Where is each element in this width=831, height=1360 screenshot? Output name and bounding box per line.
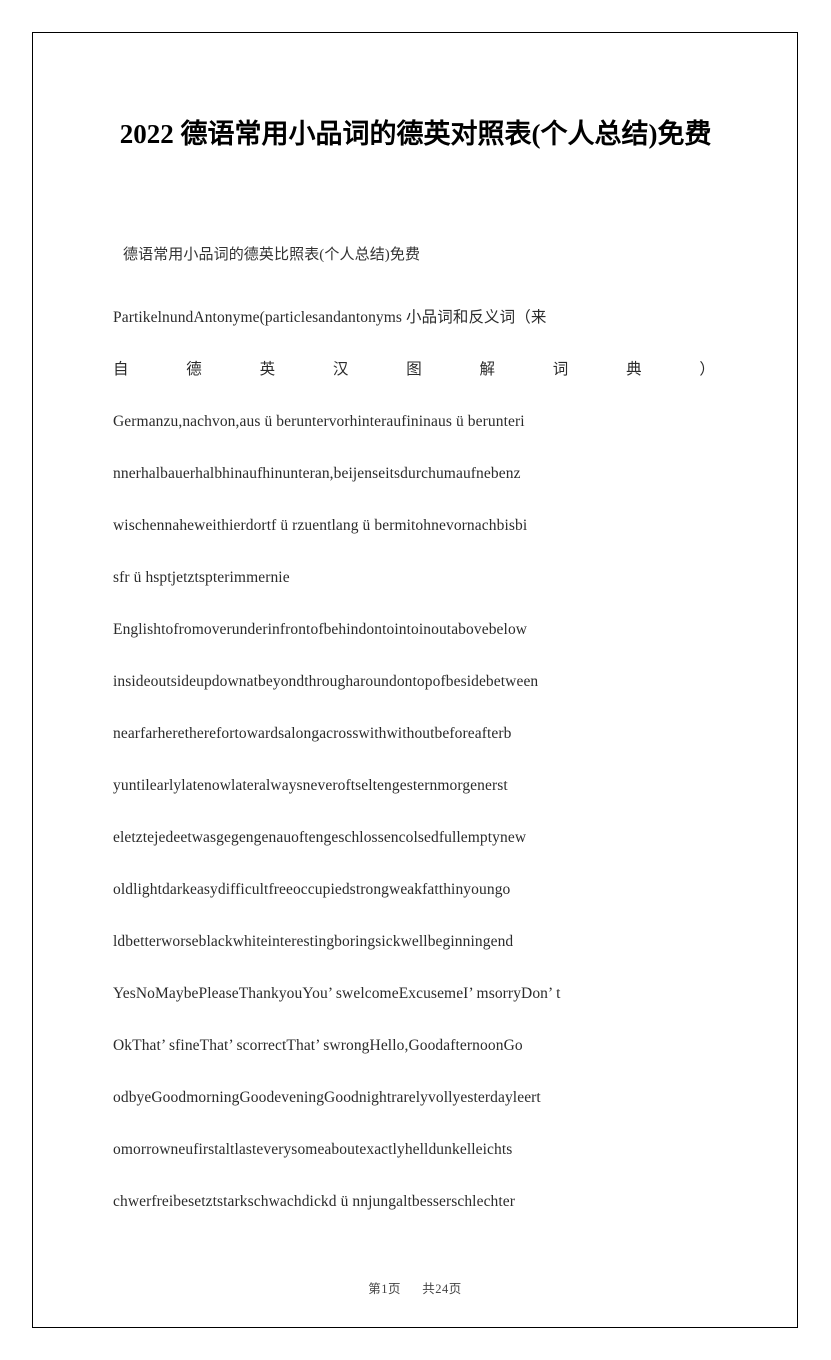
spread-char-3: 汉 — [332, 361, 349, 378]
footer-total-pages: 共24页 — [422, 1282, 462, 1296]
body-line-13: YesNoMaybePleaseThankyouYou’ swelcomeExc… — [113, 985, 561, 1002]
footer-current-page: 第1页 — [368, 1282, 401, 1296]
body-line-12: ldbetterworseblackwhiteinterestingboring… — [113, 933, 514, 950]
body-line-8: nearfarheretherefortowardsalongacrosswit… — [113, 725, 512, 742]
spread-char-1: 德 — [186, 361, 202, 378]
spread-char-7: 典 — [626, 361, 642, 378]
body-line-17: chwerfreibesetztstarkschwachdickd ü nnju… — [113, 1193, 516, 1210]
body-line-15: odbyeGoodmorningGoodeveningGoodnightrare… — [113, 1089, 541, 1106]
body-line-16: omorrowneufirstaltlasteverysomeaboutexac… — [113, 1141, 513, 1158]
body-line-11: oldlightdarkeasydifficultfreeoccupiedstr… — [113, 881, 511, 898]
body-line-1: PartikelnundAntonyme(particlesandantonym… — [113, 309, 547, 326]
document-body: 德语常用小品词的德英比照表(个人总结)免费 PartikelnundAntony… — [113, 238, 715, 1228]
body-line-5: sfr ü hsptjetztspterimmernie — [113, 569, 290, 586]
body-line-3: nnerhalbauerhalbhinaufhinunteran,beijens… — [113, 465, 521, 482]
page-content-area: 2022 德语常用小品词的德英对照表(个人总结)免费 德语常用小品词的德英比照表… — [33, 33, 797, 1327]
spread-char-6: 词 — [552, 361, 569, 378]
body-line-2: Germanzu,nachvon,aus ü beruntervorhinter… — [113, 413, 525, 430]
body-line-10: eletztejedeetwasgegengenauoftengeschloss… — [113, 829, 527, 846]
spread-char-2: 英 — [259, 361, 276, 378]
spread-char-5: 解 — [479, 361, 496, 378]
body-line-9: yuntilearlylatenowlateralwaysneveroftsel… — [113, 777, 508, 794]
body-line-14: OkThat’ sfineThat’ scorrectThat’ swrongH… — [113, 1037, 523, 1054]
spread-char-0: 自 — [113, 361, 129, 378]
body-line-6: Englishtofromoverunderinfrontofbehindont… — [113, 621, 528, 638]
page-title: 2022 德语常用小品词的德英对照表(个人总结)免费 — [113, 119, 712, 149]
page-frame: 2022 德语常用小品词的德英对照表(个人总结)免费 德语常用小品词的德英比照表… — [32, 32, 798, 1328]
spread-char-8: ） — [699, 361, 715, 378]
body-line-4: wischennaheweithierdortf ü rzuentlang ü … — [113, 517, 528, 534]
document-subtitle: 德语常用小品词的德英比照表(个人总结)免费 — [123, 247, 421, 263]
spread-line: 自 德 英 汉 图 解 词 典 ） — [113, 344, 715, 396]
body-line-7: insideoutsideupdownatbeyondthrougharound… — [113, 673, 539, 690]
page-footer: 第1页 共24页 — [33, 1278, 797, 1297]
spread-char-4: 图 — [406, 361, 422, 378]
